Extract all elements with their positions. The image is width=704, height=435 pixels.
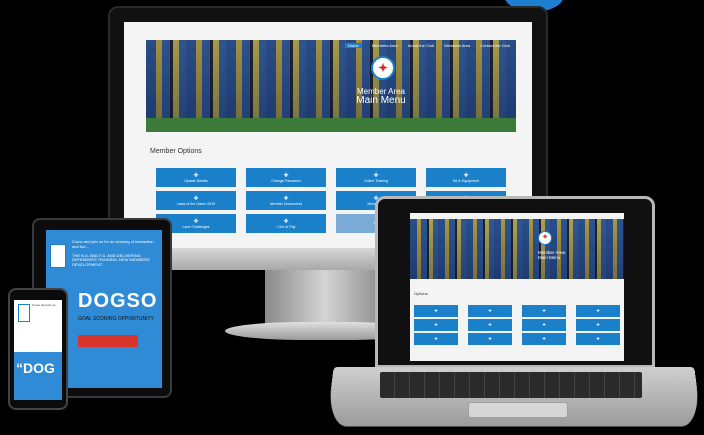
laptop-options-heading: Options bbox=[414, 291, 428, 296]
nav-item[interactable]: Home bbox=[345, 43, 362, 48]
club-badge-icon bbox=[18, 304, 30, 322]
option-icon: ✚ bbox=[488, 308, 492, 313]
laptop-option-tile[interactable]: ✚ bbox=[414, 319, 458, 331]
nav-item[interactable]: Members Area bbox=[372, 43, 398, 48]
laptop-option-tile[interactable]: ✚ bbox=[522, 333, 566, 345]
member-option-tile[interactable]: ✚ Laws of the Game 2019 bbox=[156, 191, 236, 210]
site-navigation: Home Members Area About the Club Members Ar… bbox=[345, 43, 510, 48]
option-icon: ✚ bbox=[596, 322, 600, 327]
option-icon: ✚ bbox=[434, 308, 438, 313]
option-icon: ✚ bbox=[488, 336, 492, 341]
member-option-tile[interactable]: ✚ Online Training bbox=[336, 168, 416, 187]
hero-title-line2: Main Menu bbox=[356, 95, 406, 107]
option-label: Lane Challenges bbox=[182, 224, 210, 229]
laptop-hero-title: Member Area Main Menu bbox=[538, 250, 565, 261]
hero-title: Member Area Main Menu bbox=[146, 87, 516, 107]
responsive-devices-showcase: Home Members Area About the Club Members Ar… bbox=[0, 0, 704, 435]
pitch-grass bbox=[146, 118, 516, 132]
laptop-option-tile[interactable]: ✚ bbox=[468, 333, 512, 345]
laptop-option-tile[interactable]: ✚ bbox=[576, 305, 620, 317]
tablet-intro: Come and join us for an evening of inter… bbox=[72, 239, 154, 249]
laptop-option-tile[interactable]: ✚ bbox=[576, 333, 620, 345]
tablet-red-banner bbox=[78, 335, 138, 347]
laptop-option-tile[interactable]: ✚ bbox=[468, 319, 512, 331]
option-icon: ✚ bbox=[542, 322, 546, 327]
option-icon: ✚ bbox=[542, 308, 546, 313]
option-label: Member Documents bbox=[269, 201, 303, 206]
option-icon: ✚ bbox=[596, 336, 600, 341]
member-option-tile[interactable]: ✚ Member Documents bbox=[246, 191, 326, 210]
nav-item[interactable]: About the Club bbox=[408, 43, 434, 48]
tablet-intro-text: Come and join us for an evening of inter… bbox=[72, 239, 158, 268]
option-label: Online Training bbox=[363, 178, 389, 183]
member-option-tile[interactable]: ✚ Change Password bbox=[246, 168, 326, 187]
monitor-stand-neck bbox=[265, 270, 385, 325]
phone-intro-text: Come and join us... bbox=[32, 303, 58, 307]
phone-screen: Come and join us... “DOG bbox=[14, 300, 62, 400]
laptop-option-tile[interactable]: ✚ bbox=[414, 333, 458, 345]
tablet-body: THE N.A. AND F.A. AND DELIVERING DEFENDE… bbox=[72, 252, 150, 268]
laptop-hero-line2: Main Menu bbox=[538, 254, 561, 260]
member-option-tile[interactable]: ✚ I Got of Pay bbox=[246, 214, 326, 233]
laptop-hero-banner bbox=[410, 219, 624, 279]
laptop-trackpad bbox=[468, 402, 568, 418]
laptop-option-tile[interactable]: ✚ bbox=[468, 305, 512, 317]
laptop-option-tile[interactable]: ✚ bbox=[576, 319, 620, 331]
option-icon: ✚ bbox=[542, 336, 546, 341]
nav-item[interactable]: Contact the Club bbox=[480, 43, 510, 48]
laptop-option-tile[interactable]: ✚ bbox=[522, 319, 566, 331]
laptop-lid: ✦ Member Area Main Menu Options ✚ ✚ ✚ ✚ ✚ ✚ ✚ ✚… bbox=[375, 196, 655, 368]
option-icon: ✚ bbox=[434, 336, 438, 341]
club-logo[interactable]: ✦ bbox=[538, 231, 552, 245]
nav-item[interactable]: Members Area bbox=[444, 43, 470, 48]
option-icon: ✚ bbox=[596, 308, 600, 313]
member-option-tile[interactable]: ✚ Kit & Equipment bbox=[426, 168, 506, 187]
phone-headline: “DOG bbox=[16, 360, 55, 376]
laptop-options-grid: ✚ ✚ ✚ ✚ ✚ ✚ ✚ ✚ ✚ ✚ ✚ ✚ bbox=[414, 305, 620, 345]
laptop-option-tile[interactable]: ✚ bbox=[414, 305, 458, 317]
phone-device: Come and join us... “DOG bbox=[8, 288, 68, 410]
option-icon: ✚ bbox=[434, 322, 438, 327]
option-label: Update Details bbox=[184, 178, 208, 183]
laptop-keyboard bbox=[380, 372, 642, 398]
laptop-option-tile[interactable]: ✚ bbox=[522, 305, 566, 317]
laptop-screen: ✦ Member Area Main Menu Options ✚ ✚ ✚ ✚ ✚ ✚ ✚ ✚… bbox=[410, 213, 624, 361]
member-options-heading: Member Options bbox=[150, 148, 202, 155]
site-hero-banner: Home Members Area About the Club Members Ar… bbox=[146, 40, 516, 132]
option-icon: ✚ bbox=[488, 322, 492, 327]
option-label: Laws of the Game 2019 bbox=[176, 201, 216, 206]
option-label: I Got of Pay bbox=[276, 224, 296, 229]
tablet-subheadline: GOAL SCORING OPPORTUNITY bbox=[78, 316, 154, 322]
option-label: Change Password bbox=[271, 178, 301, 183]
member-option-tile[interactable]: ✚ Update Details bbox=[156, 168, 236, 187]
option-label: Kit & Equipment bbox=[453, 178, 479, 183]
club-logo[interactable]: ✦ bbox=[371, 56, 395, 80]
club-badge-icon bbox=[50, 244, 66, 268]
